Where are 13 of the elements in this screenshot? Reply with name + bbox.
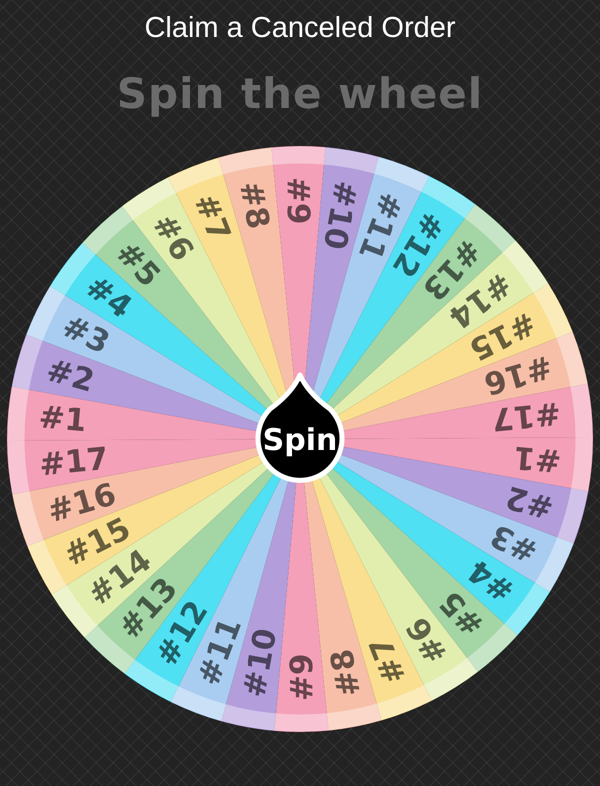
segment-label: #1 <box>512 438 563 479</box>
segment-label: #2 <box>42 352 98 400</box>
segment-label: #2 <box>502 478 558 526</box>
spin-button[interactable]: Spin <box>256 372 344 483</box>
segment-label: #9 <box>280 176 316 225</box>
segment-label: #9 <box>284 653 320 702</box>
segment-label: #17 <box>38 440 110 484</box>
segment-label: #8 <box>324 646 368 700</box>
segment-label: #1 <box>37 399 88 440</box>
page-title: Claim a Canceled Order <box>144 11 456 46</box>
wheel-heading: Spin the wheel <box>116 68 484 120</box>
segment-label: #17 <box>490 394 562 438</box>
segment-label: #8 <box>232 178 276 232</box>
